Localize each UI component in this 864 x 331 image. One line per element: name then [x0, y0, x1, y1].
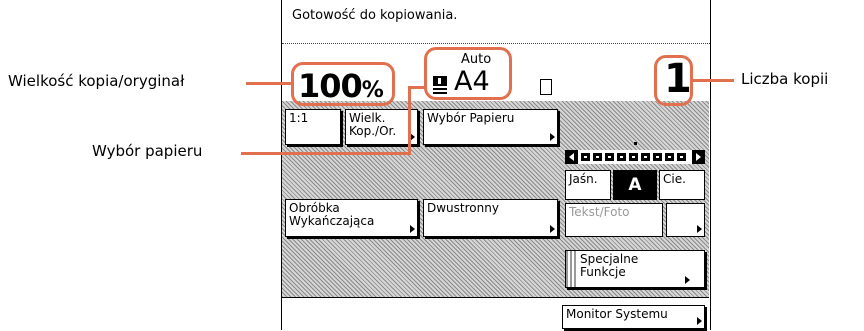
- status-bar: Gotowość do kopiowania.: [282, 0, 710, 44]
- density-step: [581, 153, 590, 161]
- density-step: [653, 153, 662, 161]
- paper-highlight: [424, 47, 512, 100]
- callout-ratio: Wielkość kopia/oryginał: [8, 72, 185, 90]
- callout-line-paper-v: [408, 86, 411, 155]
- text-photo-button[interactable]: Tekst/Foto: [565, 203, 663, 237]
- density-step: [593, 153, 602, 161]
- density-darker-button[interactable]: Cie.: [659, 170, 705, 200]
- finishing-button[interactable]: Obróbka Wykańczająca: [285, 199, 418, 237]
- density-lighter-button[interactable]: Jaśn.: [565, 170, 611, 200]
- paper-select-button[interactable]: Wybór Papieru: [423, 109, 558, 145]
- density-step: [677, 153, 686, 161]
- density-level-dot: [634, 142, 637, 145]
- ratio-1to1-button[interactable]: 1:1: [285, 109, 341, 145]
- special-features-button[interactable]: Specjalne Funkcje: [565, 250, 705, 288]
- callout-line-paper-h: [241, 152, 410, 155]
- density-step: [641, 153, 650, 161]
- callout-paper: Wybór papieru: [92, 142, 203, 160]
- text-photo-settings-button[interactable]: [666, 203, 705, 237]
- callout-copies: Liczba kopii: [741, 70, 829, 88]
- density-step: [629, 153, 638, 161]
- density-auto-button[interactable]: A: [613, 170, 657, 200]
- callout-line-copies: [692, 79, 734, 82]
- original-page-icon: [540, 79, 552, 95]
- copies-highlight: [654, 55, 693, 106]
- chevron-right-icon: [685, 276, 690, 284]
- chevron-right-icon: [697, 225, 702, 233]
- density-step: [605, 153, 614, 161]
- chevron-right-icon: [550, 225, 555, 233]
- chevron-right-icon: [550, 133, 555, 141]
- chevron-right-icon: [697, 317, 702, 325]
- density-scale: [565, 150, 705, 164]
- density-darker-icon: [692, 150, 705, 164]
- system-monitor-button[interactable]: Monitor Systemu: [562, 305, 705, 329]
- callout-line-ratio: [246, 82, 293, 85]
- duplex-button[interactable]: Dwustronny: [423, 199, 558, 237]
- status-message: Gotowość do kopiowania.: [292, 8, 458, 23]
- density-lighter-icon: [565, 150, 578, 164]
- density-step: [617, 153, 626, 161]
- chevron-right-icon: [410, 225, 415, 233]
- density-step: [665, 153, 674, 161]
- density-steps: [581, 153, 689, 161]
- ratio-highlight: [291, 62, 395, 106]
- callout-line-paper-top: [408, 86, 426, 89]
